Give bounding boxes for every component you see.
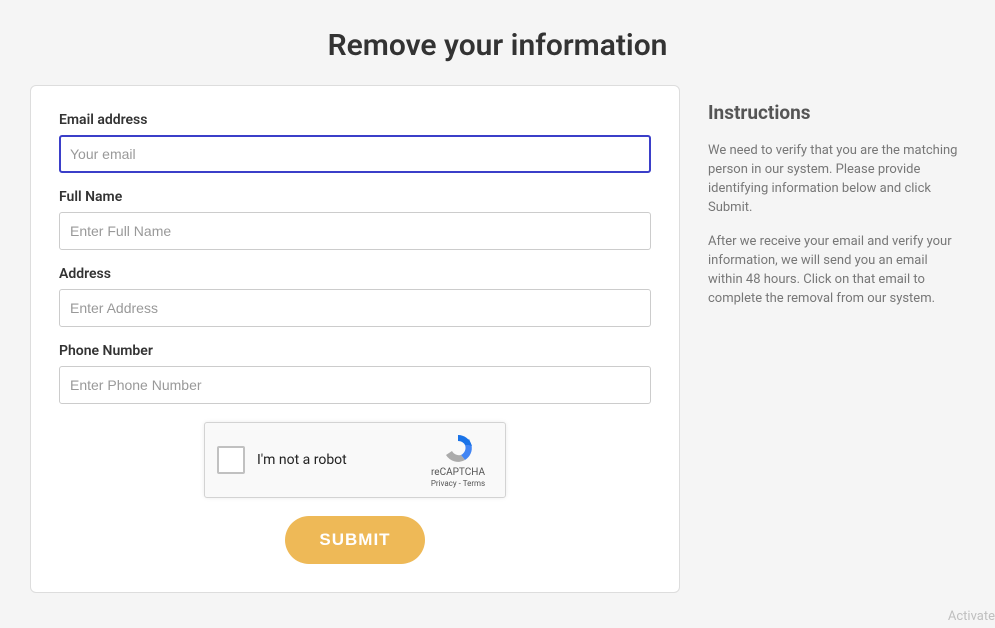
- recaptcha-privacy-link[interactable]: Privacy: [431, 479, 457, 488]
- phone-input[interactable]: [59, 366, 651, 404]
- recaptcha-icon: [442, 433, 474, 465]
- recaptcha-label: I'm not a robot: [257, 452, 423, 468]
- email-label: Email address: [59, 112, 651, 128]
- instructions-p2: After we receive your email and verify y…: [708, 233, 965, 308]
- submit-button[interactable]: SUBMIT: [285, 516, 424, 564]
- fullname-input[interactable]: [59, 212, 651, 250]
- instructions-title: Instructions: [708, 101, 965, 124]
- address-input[interactable]: [59, 289, 651, 327]
- instructions-sidebar: Instructions We need to verify that you …: [708, 85, 965, 593]
- field-phone: Phone Number: [59, 343, 651, 404]
- watermark: Activate: [948, 609, 995, 624]
- field-address: Address: [59, 266, 651, 327]
- recaptcha-widget: I'm not a robot reCAPTCHA Privacy - Term…: [204, 422, 506, 498]
- page-title: Remove your information: [0, 0, 995, 85]
- form-card: Email address Full Name Address Phone Nu…: [30, 85, 680, 593]
- fullname-label: Full Name: [59, 189, 651, 205]
- field-email: Email address: [59, 112, 651, 173]
- recaptcha-terms-link[interactable]: Terms: [463, 479, 485, 488]
- field-fullname: Full Name: [59, 189, 651, 250]
- phone-label: Phone Number: [59, 343, 651, 359]
- email-input[interactable]: [59, 135, 651, 173]
- instructions-p1: We need to verify that you are the match…: [708, 142, 965, 217]
- address-label: Address: [59, 266, 651, 282]
- recaptcha-links: Privacy - Terms: [431, 479, 485, 488]
- recaptcha-checkbox[interactable]: [217, 446, 245, 474]
- recaptcha-brand: reCAPTCHA: [431, 467, 485, 478]
